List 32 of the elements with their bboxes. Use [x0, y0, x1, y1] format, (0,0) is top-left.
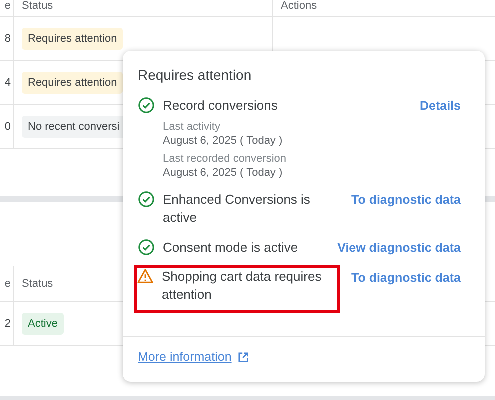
column-header: Status [22, 0, 54, 12]
diagnostic-link[interactable]: To diagnostic data [352, 269, 461, 287]
diagnostic-link[interactable]: View diagnostic data [338, 239, 461, 257]
external-link-icon [238, 352, 249, 362]
column-header: Actions [281, 0, 318, 12]
column-header: Status [22, 278, 54, 290]
detail-label: Last recorded conversion [163, 153, 288, 165]
column-header: e [4, 278, 11, 290]
table-cell: 2 [4, 318, 11, 330]
check-label: Shopping cart data requires attention [162, 268, 323, 304]
detail-label: Last activity [163, 121, 222, 133]
status-badge: Requires attention [22, 72, 124, 94]
check-circle-icon [138, 97, 155, 114]
check-label: Consent mode is active [163, 239, 298, 257]
more-information-link[interactable]: More information [138, 350, 232, 364]
warning-icon [137, 268, 154, 285]
check-label: Enhanced Conversions is active [163, 191, 312, 227]
status-badge: Requires attention [22, 28, 124, 50]
popup-title: Requires attention [138, 67, 253, 83]
diagnostic-link[interactable]: To diagnostic data [352, 191, 461, 209]
check-circle-icon [138, 239, 155, 256]
status-badge: No recent conversi [22, 116, 126, 138]
check-label: Record conversions [163, 97, 278, 115]
diagnostic-link[interactable]: Details [420, 97, 461, 115]
detail-value: August 6, 2025 ( Today ) [163, 167, 284, 179]
table-cell: 0 [4, 120, 11, 132]
table-cell: 8 [4, 32, 11, 44]
column-header: e [4, 0, 11, 12]
table-cell: 4 [4, 76, 11, 88]
detail-value: August 6, 2025 ( Today ) [163, 135, 284, 147]
check-circle-icon [138, 191, 155, 208]
status-badge: Active [22, 312, 64, 334]
